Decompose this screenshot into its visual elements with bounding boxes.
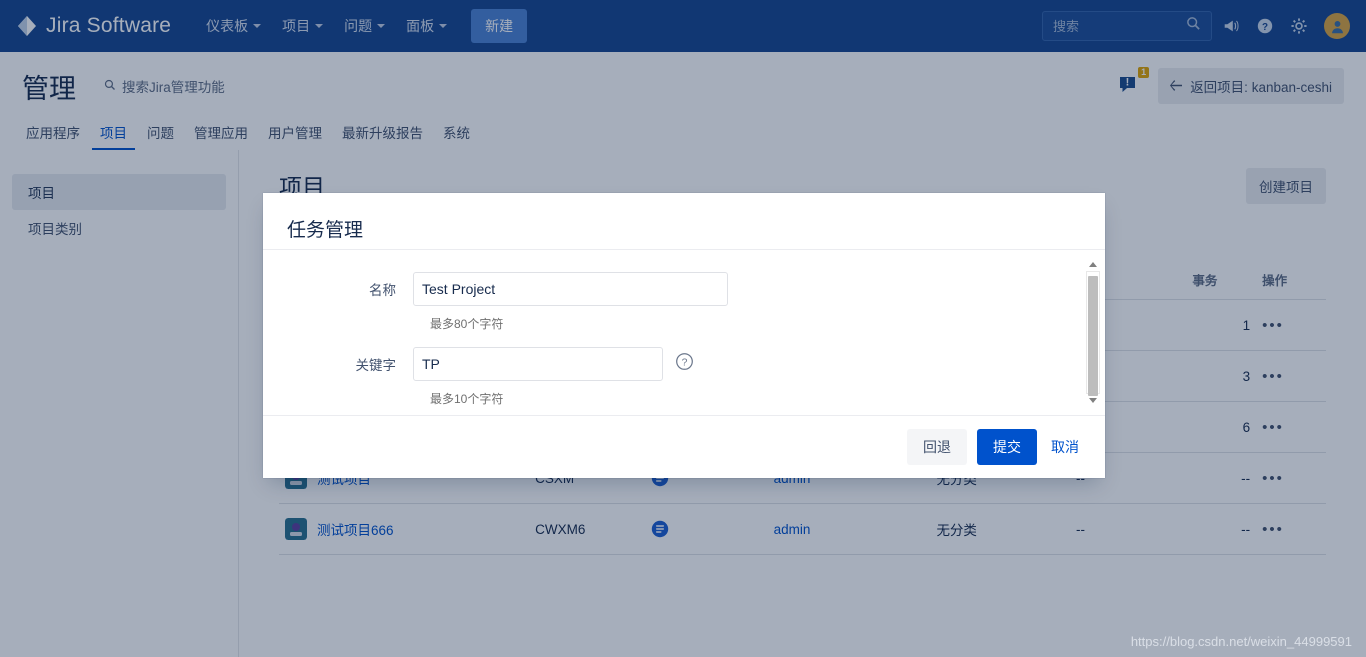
- field-row-name: 名称: [263, 272, 1105, 306]
- question-circle-icon[interactable]: ?: [675, 352, 694, 376]
- name-input[interactable]: [413, 272, 728, 306]
- back-button[interactable]: 回退: [907, 429, 967, 465]
- dialog-scrollbar[interactable]: [1086, 258, 1100, 407]
- submit-button[interactable]: 提交: [977, 429, 1037, 465]
- key-field-label: 关键字: [355, 358, 397, 373]
- scrollbar-thumb[interactable]: [1088, 276, 1098, 396]
- dialog-footer: 回退 提交 取消: [263, 416, 1105, 478]
- key-input[interactable]: [413, 347, 663, 381]
- task-management-dialog: 任务管理 名称 最多80个字符 关键字 ? 最多10个字符 回退 提交 取消: [263, 193, 1105, 478]
- name-field-hint: 最多80个字符: [430, 317, 504, 331]
- dialog-header: 任务管理: [263, 193, 1105, 249]
- dialog-title: 任务管理: [287, 220, 364, 241]
- cancel-button[interactable]: 取消: [1047, 429, 1083, 465]
- field-row-key: 关键字 ?: [263, 347, 1105, 381]
- dialog-body: 名称 最多80个字符 关键字 ? 最多10个字符: [263, 249, 1105, 416]
- watermark: https://blog.csdn.net/weixin_44999591: [1130, 634, 1352, 649]
- scroll-up-arrow-icon[interactable]: [1089, 262, 1097, 267]
- svg-text:?: ?: [682, 357, 688, 368]
- key-field-hint: 最多10个字符: [430, 392, 504, 406]
- scroll-down-arrow-icon[interactable]: [1089, 398, 1097, 403]
- name-field-label: 名称: [369, 283, 396, 298]
